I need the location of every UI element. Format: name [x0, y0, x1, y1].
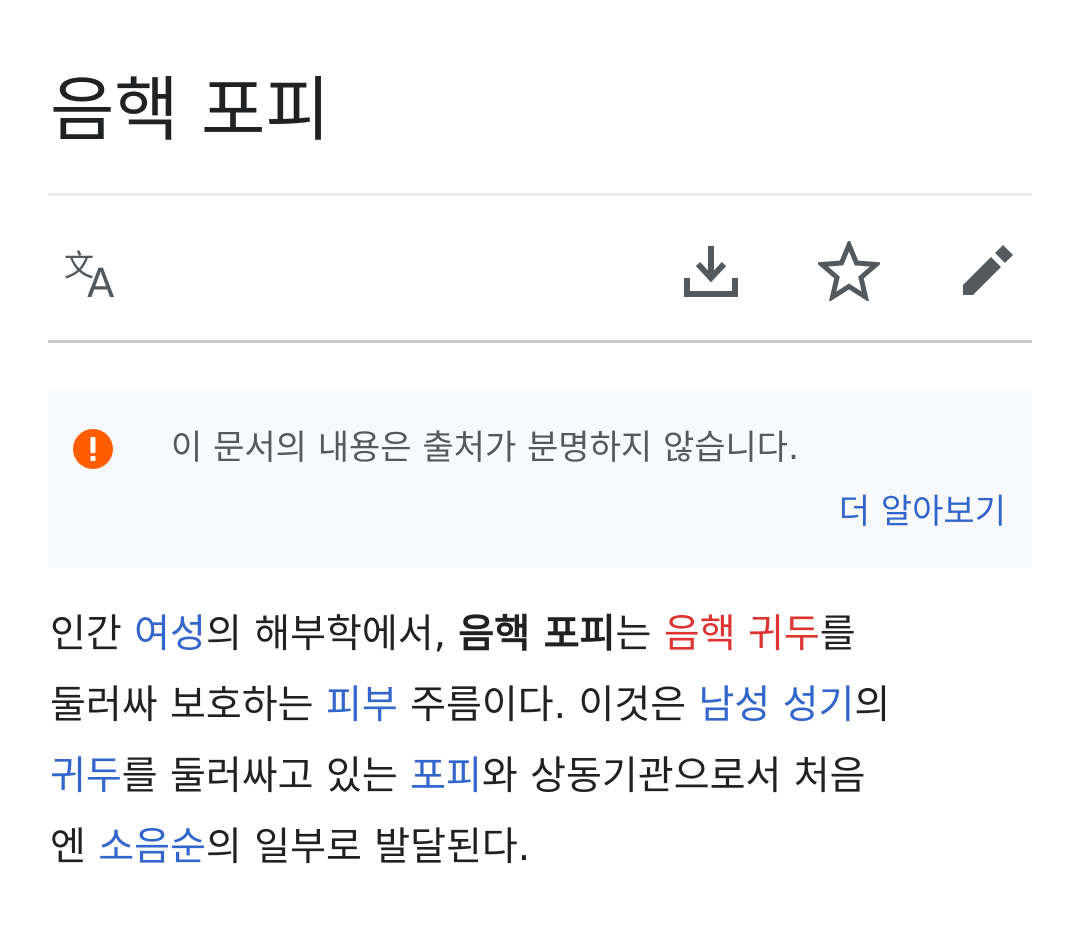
- edit-button[interactable]: [952, 236, 1022, 306]
- learn-more-link[interactable]: 더 알아보기: [839, 486, 1006, 538]
- notice-message: 이 문서의 내용은 출처가 분명하지 않습니다.: [171, 428, 799, 468]
- lead-line-3: 귀두를 둘러싸고 있는 포피와 상동기관으로서 처음: [50, 741, 1034, 812]
- svg-text:A: A: [87, 261, 115, 301]
- lead-text: 인간: [50, 612, 135, 657]
- lead-text: 를 둘러싸고 있는: [121, 754, 411, 799]
- lead-text: 의: [854, 683, 891, 728]
- lead-text: 는: [615, 612, 664, 657]
- pencil-icon: [963, 245, 1013, 295]
- lead-text: 를: [819, 612, 856, 657]
- link-skin[interactable]: 피부: [326, 683, 398, 728]
- lead-line-4: 엔 소음순의 일부로 발달된다.: [50, 812, 1034, 883]
- translate-icon: 文 A: [64, 249, 115, 301]
- link-foreskin[interactable]: 포피: [410, 754, 482, 799]
- toolbar-divider: [48, 340, 1032, 343]
- lead-text: 의 일부로 발달된다.: [205, 825, 531, 870]
- lead-line-2: 둘러싸 보호하는 피부 주름이다. 이것은 남성 성기의: [50, 670, 1034, 741]
- lead-line-1: 인간 여성의 해부학에서, 음핵 포피는 음핵 귀두를: [50, 599, 1034, 670]
- download-icon: [684, 246, 738, 297]
- link-glans[interactable]: 귀두: [50, 754, 122, 799]
- lead-text: 와 상동기관으로서 처음: [481, 754, 866, 799]
- lead-text: 주름이다. 이것은: [397, 683, 699, 728]
- issues-notice[interactable]: 이 문서의 내용은 출처가 분명하지 않습니다. 더 알아보기: [48, 391, 1032, 568]
- language-button[interactable]: 文 A: [56, 236, 132, 306]
- page-title: 음핵 포피: [50, 69, 330, 151]
- lead-text: 둘러싸 보호하는: [50, 683, 326, 728]
- link-woman[interactable]: 여성: [134, 612, 206, 657]
- redlink-clitoral-glans[interactable]: 음핵 귀두: [664, 612, 820, 657]
- watch-button[interactable]: [814, 236, 884, 306]
- star-icon: [818, 241, 880, 301]
- download-button[interactable]: [676, 236, 746, 306]
- lead-text: 의 해부학에서,: [205, 612, 459, 657]
- exclamation-circle-icon: [73, 429, 113, 469]
- link-male-genitalia[interactable]: 남성 성기: [698, 683, 854, 728]
- lead-text: 엔: [50, 825, 99, 870]
- title-divider: [48, 193, 1032, 196]
- bold-term: 음핵 포피: [458, 612, 616, 657]
- link-labia-minora[interactable]: 소음순: [98, 825, 206, 870]
- lead-paragraph: 인간 여성의 해부학에서, 음핵 포피는 음핵 귀두를 둘러싸 보호하는 피부 …: [50, 599, 1034, 883]
